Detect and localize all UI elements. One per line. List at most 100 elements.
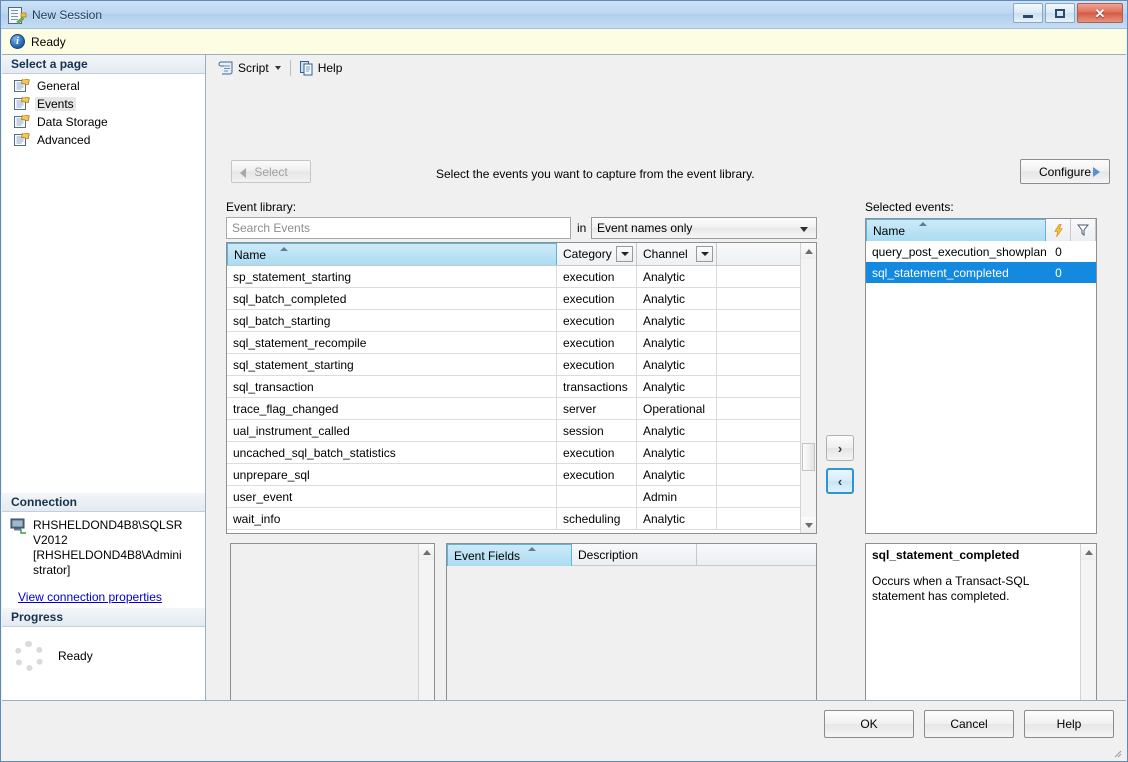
cell-channel: Analytic — [637, 376, 717, 397]
cancel-button[interactable]: Cancel — [924, 710, 1014, 738]
scroll-up-button[interactable] — [1081, 544, 1096, 560]
column-header-name[interactable]: Name — [227, 243, 557, 265]
selected-events-header-row: Name — [866, 219, 1096, 241]
cell-channel: Analytic — [637, 354, 717, 375]
table-row[interactable]: sql_transaction transactions Analytic — [227, 376, 816, 398]
selected-event-row[interactable]: query_post_execution_showplan 0 — [866, 241, 1096, 262]
configure-button[interactable]: Configure — [1020, 159, 1110, 184]
maximize-button[interactable] — [1045, 3, 1075, 23]
cell-channel: Analytic — [637, 442, 717, 463]
preview-scrollbar[interactable] — [418, 544, 434, 722]
progress-section: Progress Ready — [2, 608, 205, 671]
column-header-name-label: Name — [234, 247, 267, 262]
move-left-button[interactable]: ‹ — [826, 468, 854, 494]
cell-channel: Analytic — [637, 464, 717, 485]
cell-category: transactions — [557, 376, 637, 397]
description-scrollbar[interactable] — [1080, 544, 1096, 722]
arrow-right-icon — [1093, 167, 1100, 177]
event-fields-panel: Event Fields Description — [446, 543, 817, 723]
sidebar: Select a page General Events Data Storag… — [2, 55, 206, 700]
table-row[interactable]: sp_statement_starting execution Analytic — [227, 266, 816, 288]
selected-events-grid: Name query_post_execution_showplan 0 sql_s… — [865, 218, 1097, 534]
column-header-event-fields[interactable]: Event Fields — [447, 544, 572, 566]
scroll-up-button[interactable] — [419, 544, 434, 560]
close-button[interactable]: ✕ — [1077, 3, 1123, 23]
search-scope-value: Event names only — [597, 221, 693, 235]
cell-name: sql_batch_starting — [227, 310, 557, 331]
table-row[interactable]: trace_flag_changed server Operational — [227, 398, 816, 420]
selected-column-header-filter[interactable] — [1071, 219, 1096, 241]
help-button[interactable]: Help — [296, 58, 347, 78]
scroll-down-button[interactable] — [801, 517, 816, 533]
cell-name: sql_statement_starting — [227, 354, 557, 375]
progress-text: Ready — [58, 649, 93, 663]
scroll-up-button[interactable] — [801, 243, 816, 259]
cell-name: sql_statement_completed — [872, 265, 1009, 280]
cell-spacer — [717, 508, 802, 529]
select-button-label: Select — [254, 164, 288, 179]
selected-event-row[interactable]: sql_statement_completed 0 — [866, 262, 1096, 283]
scrollbar-thumb[interactable] — [802, 443, 815, 471]
connection-user: [RHSHELDOND4B8\Administrator] — [33, 548, 182, 577]
description-text: Occurs when a Transact-SQL statement has… — [872, 574, 1029, 603]
view-connection-properties-link[interactable]: View connection properties — [18, 590, 197, 604]
event-library-scrollbar[interactable] — [800, 243, 816, 533]
table-row[interactable]: sql_batch_completed execution Analytic — [227, 288, 816, 310]
wand-icon — [16, 12, 27, 24]
category-filter-button[interactable] — [616, 246, 633, 262]
cell-category: server — [557, 398, 637, 419]
table-row[interactable]: sql_batch_starting execution Analytic — [227, 310, 816, 332]
selected-column-header-name[interactable]: Name — [866, 219, 1046, 241]
table-row[interactable]: unprepare_sql execution Analytic — [227, 464, 816, 486]
help-button-footer[interactable]: Help — [1024, 710, 1114, 738]
table-row[interactable]: uncached_sql_batch_statistics execution An… — [227, 442, 816, 464]
sort-ascending-icon — [528, 547, 536, 551]
sidebar-item-advanced[interactable]: Advanced — [12, 131, 164, 149]
help-icon — [299, 60, 314, 76]
cell-category — [557, 486, 637, 507]
column-header-description[interactable]: Description — [572, 544, 697, 566]
cell-count: 0 — [1055, 265, 1062, 280]
cell-name: sql_statement_recompile — [227, 332, 557, 353]
cell-spacer — [717, 310, 802, 331]
event-library-label: Event library: — [226, 200, 297, 214]
cell-count: 0 — [1055, 244, 1062, 259]
connection-server: RHSHELDOND4B8\SQLSRV2012 — [33, 518, 183, 547]
sort-ascending-icon — [280, 247, 288, 251]
event-library-grid: Name Category Channel sp_statement_start… — [226, 242, 817, 534]
channel-filter-button[interactable] — [696, 246, 713, 262]
search-input[interactable] — [226, 217, 571, 239]
move-right-button[interactable]: › — [826, 435, 854, 461]
description-title: sql_statement_completed — [872, 548, 1020, 562]
search-scope-dropdown[interactable]: Event names only — [591, 217, 817, 239]
sidebar-item-general[interactable]: General — [12, 77, 164, 95]
selected-column-header-actions[interactable] — [1046, 219, 1071, 241]
table-row[interactable]: user_event Admin — [227, 486, 816, 508]
column-header-category[interactable]: Category — [557, 243, 637, 265]
sidebar-item-data-storage[interactable]: Data Storage — [12, 113, 164, 131]
column-header-channel[interactable]: Channel — [637, 243, 717, 265]
page-icon — [14, 78, 30, 93]
table-row[interactable]: ual_instrument_called session Analytic — [227, 420, 816, 442]
table-row[interactable]: wait_info scheduling Analytic — [227, 508, 816, 530]
page-icon — [14, 114, 30, 129]
progress-header: Progress — [2, 608, 205, 627]
info-icon: i — [10, 34, 25, 49]
in-label: in — [577, 221, 587, 235]
toolbar-separator — [289, 60, 291, 76]
table-row[interactable]: sql_statement_recompile execution Analytic — [227, 332, 816, 354]
cell-spacer — [717, 266, 802, 287]
select-button[interactable]: Select — [231, 160, 311, 183]
sidebar-header: Select a page — [2, 55, 205, 74]
window-controls: ✕ — [1013, 3, 1123, 23]
ok-button[interactable]: OK — [824, 710, 914, 738]
sidebar-item-events[interactable]: Events — [12, 95, 164, 113]
cell-name: unprepare_sql — [227, 464, 557, 485]
resize-grip-icon[interactable] — [1110, 746, 1122, 758]
page-icon — [14, 96, 30, 111]
minimize-button[interactable] — [1013, 3, 1043, 23]
script-button[interactable]: Script — [214, 58, 285, 78]
table-row[interactable]: sql_statement_starting execution Analytic — [227, 354, 816, 376]
event-library-header-row: Name Category Channel — [227, 243, 816, 266]
close-icon: ✕ — [1094, 5, 1106, 21]
